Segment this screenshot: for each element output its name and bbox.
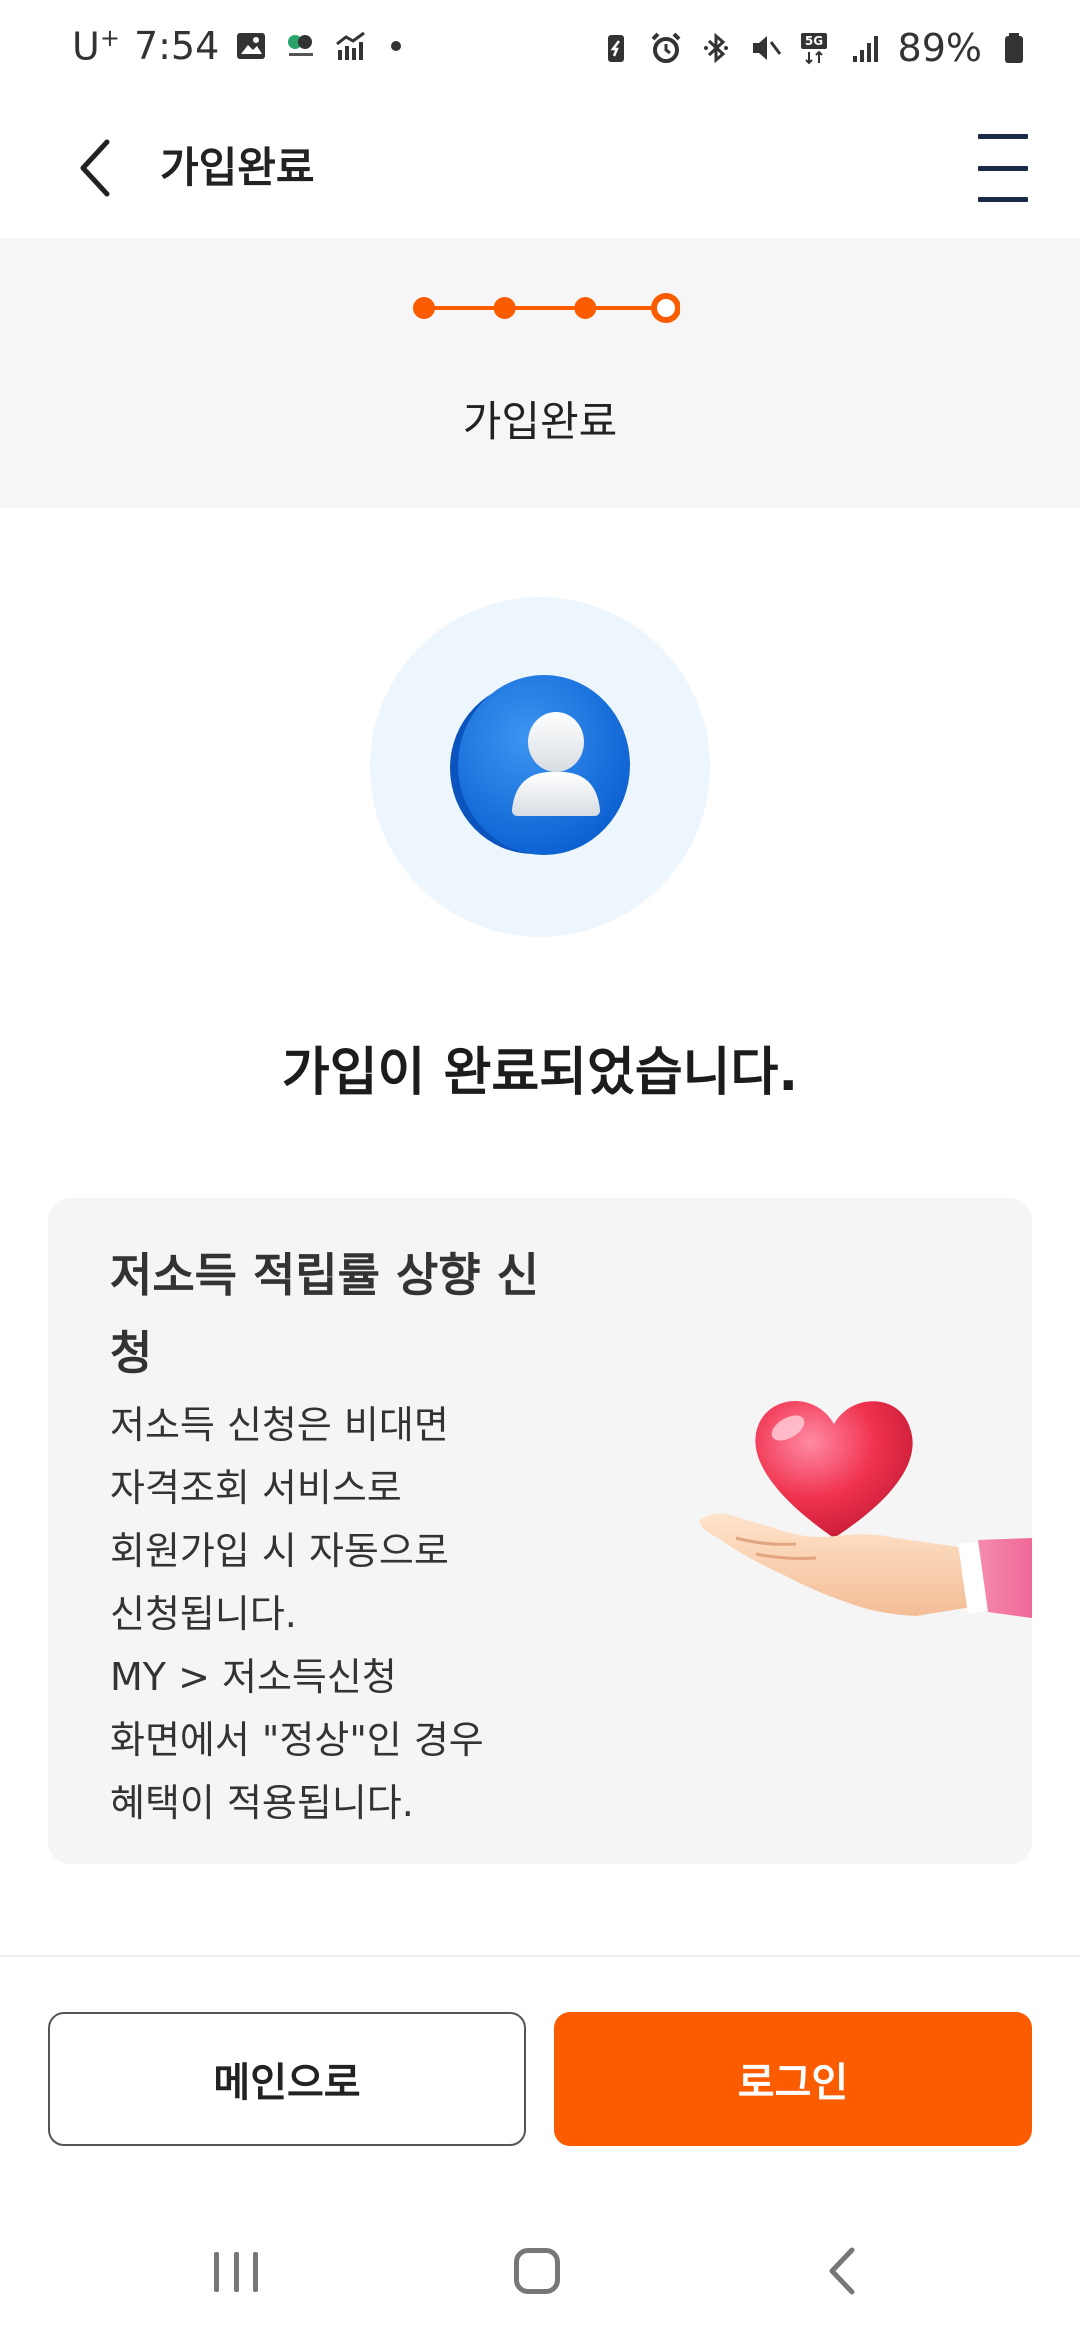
page-title: 가입완료	[160, 143, 315, 192]
system-back-button[interactable]	[822, 2246, 862, 2296]
more-notifications-dot	[391, 41, 402, 52]
battery-saver-icon	[607, 35, 624, 62]
recent-apps-icon-bar	[233, 2252, 239, 2292]
hamburger-menu-icon-bar	[978, 165, 1028, 171]
go-to-main-button[interactable]: 메인으로	[48, 2012, 526, 2146]
step-dot-current	[651, 293, 680, 323]
card-body: 저소득 신청은 비대면 자격조회 서비스로 회원가입 시 자동으로 신청됩니다.…	[110, 1394, 570, 1835]
step-indicator	[413, 293, 680, 323]
card-title: 저소득 적립률 상향 신청	[110, 1248, 539, 1380]
card-body-line: 회원가입 시 자동으로	[110, 1529, 449, 1573]
app-header: 가입완료	[0, 100, 1080, 238]
status-bar-right: 5G 89%	[598, 26, 1032, 70]
status-bar-left: U+ 7:54	[72, 24, 402, 69]
status-bar: U+ 7:54 5G 89%	[0, 0, 1080, 100]
step-dot-completed	[574, 297, 597, 319]
card-body-line: 저소득 신청은 비대면	[110, 1403, 449, 1447]
home-button[interactable]	[514, 2248, 560, 2294]
card-body-line: 혜택이 적용됩니다.	[110, 1781, 414, 1825]
hamburger-menu-icon-bar	[978, 134, 1028, 139]
alarm-icon	[651, 32, 680, 63]
app-notification-icon	[288, 35, 314, 57]
low-income-info-card: 저소득 적립률 상향 신청 저소득 신청은 비대면 자격조회 서비스로 회원가입…	[48, 1198, 1032, 1864]
card-body-line: 자격조회 서비스로	[110, 1466, 402, 1510]
step-title: 가입완료	[462, 397, 618, 446]
battery-icon	[1005, 33, 1023, 63]
signal-icon	[852, 36, 878, 62]
gallery-icon	[237, 33, 266, 60]
progress-section: 가입완료	[0, 238, 1080, 508]
clock: 7:54	[133, 24, 220, 69]
battery-percent: 89%	[897, 26, 982, 70]
mute-icon	[752, 36, 781, 60]
hamburger-menu-icon-bar	[978, 197, 1028, 202]
card-body-line: 신청됩니다.	[110, 1592, 297, 1636]
divider	[0, 1955, 1080, 1957]
menu-button[interactable]	[968, 130, 1038, 206]
bluetooth-icon	[703, 32, 728, 64]
recent-apps-icon-bar	[253, 2252, 258, 2292]
chevron-left-icon	[80, 139, 110, 197]
step-dot-completed	[413, 297, 435, 319]
recent-apps-icon-bar	[214, 2252, 219, 2292]
network-5g-icon: 5G	[800, 33, 827, 65]
user-avatar-icon	[450, 675, 630, 855]
recent-apps-button[interactable]	[214, 2252, 258, 2292]
login-button[interactable]: 로그인	[554, 2012, 1032, 2146]
completion-message: 가입이 완료되었습니다.	[281, 1043, 799, 1103]
svg-text:5G: 5G	[804, 34, 822, 48]
step-dot-completed	[493, 297, 516, 319]
system-navigation-bar	[0, 2200, 1080, 2340]
stock-chart-icon	[336, 32, 366, 61]
carrier-label: U+	[72, 24, 120, 69]
heart-in-hand-icon	[699, 1400, 1032, 1618]
back-button[interactable]	[60, 128, 130, 208]
card-body-line: 화면에서 "정상"인 경우	[110, 1718, 484, 1762]
card-body-line: MY > 저소득신청	[110, 1655, 397, 1699]
